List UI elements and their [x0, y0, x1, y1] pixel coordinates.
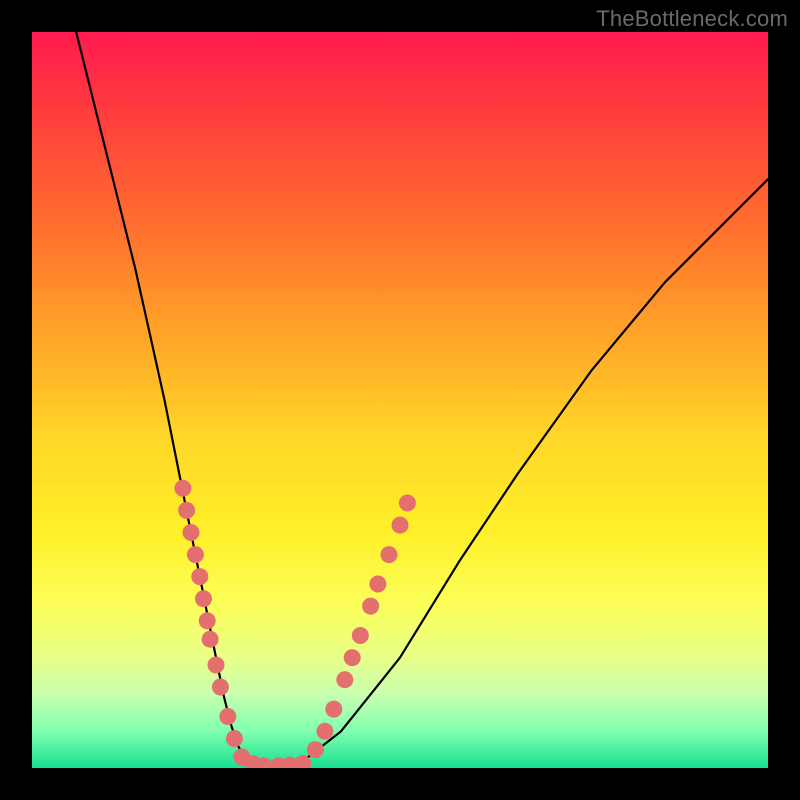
marker-dot	[212, 679, 229, 696]
marker-dot	[381, 546, 398, 563]
marker-dot	[191, 568, 208, 585]
marker-dot	[344, 649, 361, 666]
chart-plot-area	[32, 32, 768, 768]
marker-dot	[362, 598, 379, 615]
marker-dot	[336, 671, 353, 688]
chart-stage: TheBottleneck.com	[0, 0, 800, 800]
marker-dots-group	[174, 480, 416, 768]
marker-dot	[183, 524, 200, 541]
chart-svg	[32, 32, 768, 768]
marker-dot	[307, 741, 324, 758]
marker-dot	[178, 502, 195, 519]
marker-dot	[352, 627, 369, 644]
marker-dot	[202, 631, 219, 648]
marker-dot	[219, 708, 236, 725]
marker-dot	[399, 495, 416, 512]
marker-dot	[199, 612, 216, 629]
marker-dot	[195, 590, 212, 607]
marker-dot	[325, 701, 342, 718]
marker-dot	[208, 657, 225, 674]
marker-dot	[392, 517, 409, 534]
bottleneck-curve-path	[76, 32, 768, 768]
watermark-text: TheBottleneck.com	[596, 6, 788, 32]
marker-dot	[187, 546, 204, 563]
marker-dot	[316, 723, 333, 740]
marker-dot	[174, 480, 191, 497]
marker-dot	[226, 730, 243, 747]
marker-dot	[369, 576, 386, 593]
